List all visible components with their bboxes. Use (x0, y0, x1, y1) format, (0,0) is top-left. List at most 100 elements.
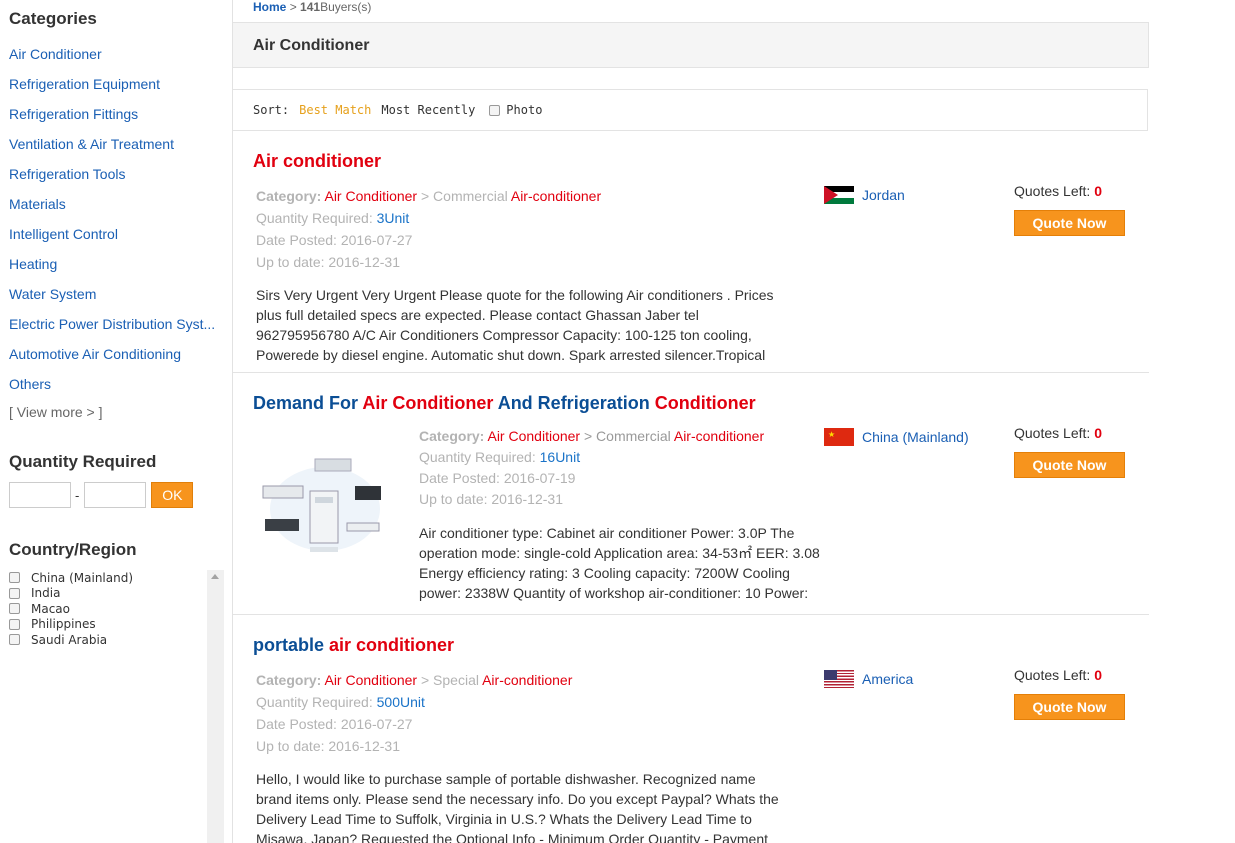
quantity-max-input[interactable] (84, 482, 147, 508)
category-item-heating[interactable]: Heating (9, 254, 219, 284)
listing-country[interactable]: ★ China (Mainland) (824, 428, 969, 446)
category-item-materials[interactable]: Materials (9, 194, 219, 224)
listing-title[interactable]: portable air conditioner (253, 635, 454, 656)
category-link[interactable]: Air Conditioner (324, 188, 417, 204)
quantity-value: 500Unit (376, 694, 425, 710)
listing-item: Demand For Air Conditioner And Refrigera… (233, 373, 1149, 615)
listing-meta: Category: Air Conditioner > Commercial A… (419, 426, 764, 510)
date-posted: Date Posted: 2016-07-27 (256, 232, 413, 248)
country-item[interactable]: Saudi Arabia (9, 632, 224, 648)
category-item-electric-power[interactable]: Electric Power Distribution Syst... (9, 314, 219, 344)
category-item-ventilation[interactable]: Ventilation & Air Treatment (9, 134, 219, 164)
quotes-count: 0 (1094, 667, 1103, 683)
category-label: Category: (256, 188, 322, 204)
usa-flag-icon (824, 670, 854, 688)
up-to-date: Up to date: 2016-12-31 (256, 254, 400, 270)
checkbox[interactable] (9, 587, 20, 599)
checkbox[interactable] (9, 634, 20, 646)
breadcrumb-home-link[interactable]: Home (253, 0, 286, 14)
product-thumbnail[interactable] (255, 451, 385, 561)
category-item-intelligent-control[interactable]: Intelligent Control (9, 224, 219, 254)
quantity-label: Quantity Required: (256, 694, 373, 710)
checkbox[interactable] (9, 618, 20, 630)
country-label: India (31, 586, 61, 601)
category-item-refrigeration-tools[interactable]: Refrigeration Tools (9, 164, 219, 194)
sort-bar: Sort: Best Match Most Recently Photo (233, 89, 1148, 131)
listing-description: Hello, I would like to purchase sample o… (256, 771, 779, 843)
quote-now-button[interactable]: Quote Now (1014, 452, 1125, 478)
breadcrumb-separator: > (289, 0, 297, 14)
quotes-count: 0 (1094, 425, 1103, 441)
sort-most-recently[interactable]: Most Recently (381, 103, 475, 117)
listing-item: Air conditioner Category: Air Conditione… (233, 131, 1149, 373)
category-item-others[interactable]: Others (9, 374, 219, 404)
quantity-min-input[interactable] (9, 482, 71, 508)
quantity-label: Quantity Required: (419, 449, 536, 465)
title-part: Conditioner (654, 393, 756, 413)
sort-best-match[interactable]: Best Match (299, 103, 371, 117)
subcategory-prefix: > Special (420, 672, 479, 688)
photo-label: Photo (506, 103, 543, 117)
country-label: Philippines (31, 617, 96, 632)
page-title: Air Conditioner (253, 37, 370, 54)
photo-checkbox[interactable] (489, 104, 501, 116)
listing-title[interactable]: Air conditioner (253, 151, 381, 172)
country-item[interactable]: India (9, 586, 224, 602)
category-item-refrigeration-equipment[interactable]: Refrigeration Equipment (9, 74, 219, 104)
china-flag-icon: ★ (824, 428, 854, 446)
listing-country[interactable]: Jordan (824, 186, 905, 204)
category-item-air-conditioner[interactable]: Air Conditioner (9, 44, 219, 74)
quotes-left: Quotes Left: 0 (1014, 667, 1102, 683)
category-item-automotive-ac[interactable]: Automotive Air Conditioning (9, 344, 219, 374)
subcategory-prefix: > Commercial (583, 428, 671, 444)
subcategory-link[interactable]: Air-conditioner (674, 428, 764, 444)
breadcrumb: Home > 141Buyers(s) (253, 0, 371, 14)
country-scrollbar[interactable] (207, 570, 224, 843)
category-label: Category: (419, 428, 485, 444)
category-item-water-system[interactable]: Water System (9, 284, 219, 314)
listing-country[interactable]: America (824, 670, 913, 688)
main-content: Home > 141Buyers(s) Air Conditioner Sort… (232, 0, 1149, 843)
subcategory-link[interactable]: Air-conditioner (482, 672, 572, 688)
category-link[interactable]: Air Conditioner (324, 672, 417, 688)
category-link[interactable]: Air Conditioner (487, 428, 580, 444)
scroll-up-arrow-icon[interactable] (211, 574, 219, 579)
checkbox[interactable] (9, 603, 20, 615)
title-part: Demand For (253, 393, 363, 413)
sidebar: Categories Air Conditioner Refrigeration… (0, 0, 232, 843)
listing-description: Sirs Very Urgent Very Urgent Please quot… (256, 287, 774, 363)
country-item[interactable]: China (Mainland) (9, 570, 224, 586)
buyer-count-suffix: Buyers(s) (320, 0, 372, 14)
quotes-label: Quotes Left: (1014, 425, 1091, 441)
quantity-filter: - OK (9, 482, 194, 508)
title-part: air conditioner (329, 635, 455, 655)
listing-description: Air conditioner type: Cabinet air condit… (419, 525, 820, 601)
view-more-link[interactable]: [ View more > ] (9, 404, 103, 420)
quote-now-button[interactable]: Quote Now (1014, 694, 1125, 720)
subcategory-link[interactable]: Air-conditioner (511, 188, 601, 204)
quote-now-button[interactable]: Quote Now (1014, 210, 1125, 236)
country-item[interactable]: Philippines (9, 617, 224, 633)
listing-item: portable air conditioner Category: Air C… (233, 615, 1149, 843)
quotes-left: Quotes Left: 0 (1014, 183, 1102, 199)
quantity-value: 16Unit (539, 449, 581, 465)
date-posted: Date Posted: 2016-07-27 (256, 716, 413, 732)
quantity-title: Quantity Required (9, 452, 157, 471)
up-to-date: Up to date: 2016-12-31 (256, 738, 400, 754)
category-item-refrigeration-fittings[interactable]: Refrigeration Fittings (9, 104, 219, 134)
country-item[interactable]: Macao (9, 601, 224, 617)
country-title: Country/Region (9, 540, 137, 559)
country-name: America (862, 671, 914, 687)
country-list-box: China (Mainland) India Macao Philippines… (9, 570, 224, 843)
subcategory-prefix: > Commercial (420, 188, 508, 204)
listing-meta: Category: Air Conditioner > Commercial A… (256, 185, 601, 273)
categories-title: Categories (9, 9, 97, 28)
listing-title[interactable]: Demand For Air Conditioner And Refrigera… (253, 393, 756, 414)
category-list: Air Conditioner Refrigeration Equipment … (9, 44, 219, 404)
page-title-bar: Air Conditioner (233, 22, 1149, 68)
quotes-label: Quotes Left: (1014, 667, 1091, 683)
quantity-ok-button[interactable]: OK (151, 482, 194, 508)
date-posted: Date Posted: 2016-07-19 (419, 470, 576, 486)
country-name: Jordan (862, 187, 905, 203)
checkbox[interactable] (9, 572, 20, 584)
